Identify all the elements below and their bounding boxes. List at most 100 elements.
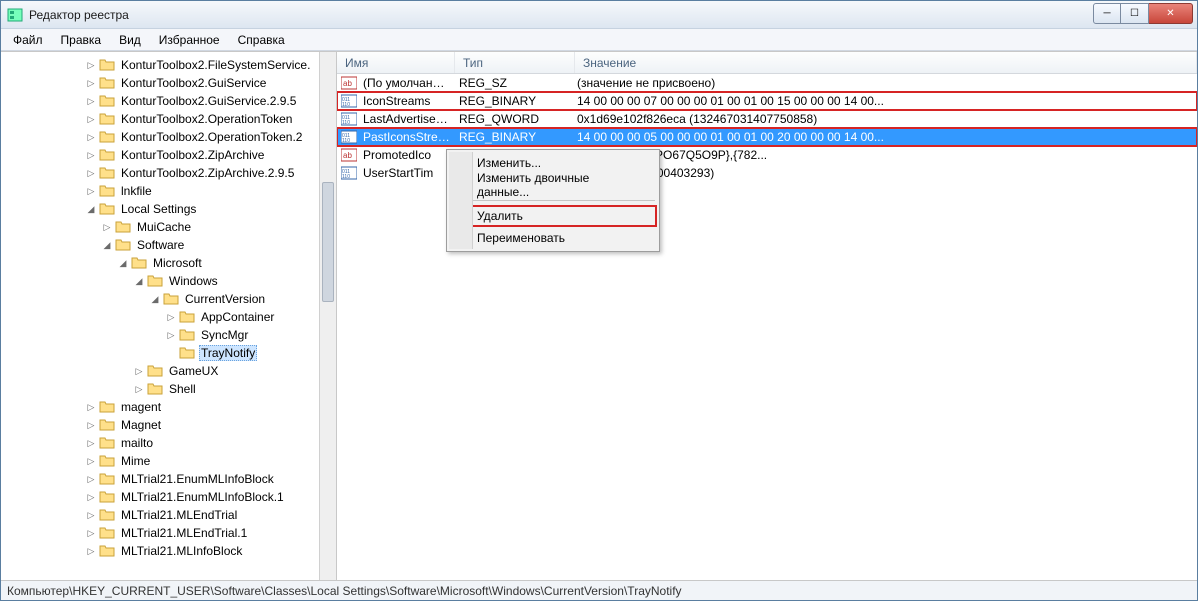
- tree-node[interactable]: ◢ Local Settings: [1, 200, 336, 218]
- collapse-icon[interactable]: ◢: [85, 203, 97, 215]
- value-row[interactable]: 011110IconStreamsREG_BINARY14 00 00 00 0…: [337, 92, 1197, 110]
- tree-node[interactable]: ▷ KonturToolbox2.ZipArchive: [1, 146, 336, 164]
- tree-label[interactable]: MLTrial21.EnumMLInfoBlock.1: [119, 490, 286, 504]
- tree-label[interactable]: MuiCache: [135, 220, 193, 234]
- tree-node[interactable]: ▷ Magnet: [1, 416, 336, 434]
- tree-label[interactable]: SyncMgr: [199, 328, 250, 342]
- context-item[interactable]: Переименовать: [449, 227, 657, 249]
- tree-node[interactable]: ▷KonturToolbox2.GuiService.2.9.5: [1, 92, 336, 110]
- context-item[interactable]: Удалить: [449, 205, 657, 227]
- tree-node[interactable]: ◢ CurrentVersion: [1, 290, 336, 308]
- tree-label[interactable]: AppContainer: [199, 310, 276, 324]
- tree-node[interactable]: ◢ Software: [1, 236, 336, 254]
- tree-node[interactable]: TrayNotify: [1, 344, 336, 362]
- context-menu[interactable]: Изменить...Изменить двоичные данные...Уд…: [446, 149, 660, 252]
- tree-node[interactable]: ▷ KonturToolbox2.OperationToken: [1, 110, 336, 128]
- tree-node[interactable]: ▷ MuiCache: [1, 218, 336, 236]
- expand-icon[interactable]: ▷: [85, 527, 97, 539]
- tree-label[interactable]: MLTrial21.MLInfoBlock: [119, 544, 244, 558]
- tree-label[interactable]: Software: [135, 238, 186, 252]
- collapse-icon[interactable]: ◢: [101, 239, 113, 251]
- expand-icon[interactable]: ▷: [133, 383, 145, 395]
- expand-icon[interactable]: ▷: [85, 455, 97, 467]
- tree-label[interactable]: Windows: [167, 274, 220, 288]
- expand-icon[interactable]: ▷: [85, 509, 97, 521]
- tree-node[interactable]: ▷MLTrial21.MLEndTrial.1: [1, 524, 336, 542]
- tree-node[interactable]: ▷ KonturToolbox2.FileSystemService.: [1, 56, 336, 74]
- expand-icon[interactable]: ▷: [165, 329, 177, 341]
- expand-icon[interactable]: ▷: [85, 419, 97, 431]
- tree-label[interactable]: TrayNotify: [199, 345, 257, 361]
- value-row[interactable]: 011110LastAdvertiseme...REG_QWORD0x1d69e…: [337, 110, 1197, 128]
- tree-node[interactable]: ▷ SyncMgr: [1, 326, 336, 344]
- tree-label[interactable]: lnkfile: [119, 184, 154, 198]
- expand-icon[interactable]: ▷: [85, 131, 97, 143]
- tree-label[interactable]: mailto: [119, 436, 155, 450]
- expand-icon[interactable]: ▷: [85, 401, 97, 413]
- context-item[interactable]: Изменить двоичные данные...: [449, 174, 657, 196]
- expand-icon[interactable]: ▷: [85, 149, 97, 161]
- tree-node[interactable]: ▷ magent: [1, 398, 336, 416]
- expand-icon[interactable]: ▷: [85, 437, 97, 449]
- tree-label[interactable]: Mime: [119, 454, 152, 468]
- tree-node[interactable]: ▷ KonturToolbox2.OperationToken.2: [1, 128, 336, 146]
- values-header[interactable]: Имя Тип Значение: [337, 52, 1197, 74]
- tree-node[interactable]: ▷ MLTrial21.EnumMLInfoBlock.1: [1, 488, 336, 506]
- tree-node[interactable]: ◢Microsoft: [1, 254, 336, 272]
- menu-view[interactable]: Вид: [111, 31, 149, 49]
- tree-node[interactable]: ▷ GameUX: [1, 362, 336, 380]
- tree-node[interactable]: ▷ lnkfile: [1, 182, 336, 200]
- tree-node[interactable]: ▷KonturToolbox2.GuiService: [1, 74, 336, 92]
- tree-label[interactable]: KonturToolbox2.ZipArchive.2.9.5: [119, 166, 296, 180]
- tree-label[interactable]: Magnet: [119, 418, 163, 432]
- menu-favorites[interactable]: Избранное: [151, 31, 228, 49]
- col-type[interactable]: Тип: [455, 52, 575, 73]
- tree-label[interactable]: KonturToolbox2.OperationToken.2: [119, 130, 304, 144]
- titlebar[interactable]: Редактор реестра ─ ☐ ✕: [1, 1, 1197, 29]
- tree-node[interactable]: ▷ KonturToolbox2.ZipArchive.2.9.5: [1, 164, 336, 182]
- maximize-button[interactable]: ☐: [1121, 3, 1149, 24]
- menu-help[interactable]: Справка: [230, 31, 293, 49]
- tree-node[interactable]: ▷MLTrial21.MLEndTrial: [1, 506, 336, 524]
- expand-icon[interactable]: ▷: [85, 167, 97, 179]
- tree-node[interactable]: ▷ mailto: [1, 434, 336, 452]
- tree-panel[interactable]: ▷KonturToolbox2.FileSystemService.▷Kontu…: [1, 52, 337, 580]
- collapse-icon[interactable]: ◢: [149, 293, 161, 305]
- tree-label[interactable]: CurrentVersion: [183, 292, 267, 306]
- scrollbar-thumb[interactable]: [322, 182, 334, 302]
- expand-icon[interactable]: ▷: [133, 365, 145, 377]
- value-row[interactable]: ab(По умолчанию)REG_SZ(значение не присв…: [337, 74, 1197, 92]
- tree-scrollbar[interactable]: [319, 52, 336, 580]
- tree-node[interactable]: ▷ AppContainer: [1, 308, 336, 326]
- expand-icon[interactable]: ▷: [85, 545, 97, 557]
- collapse-icon[interactable]: ◢: [133, 275, 145, 287]
- tree-node[interactable]: ▷ MLTrial21.MLInfoBlock: [1, 542, 336, 560]
- tree-label[interactable]: KonturToolbox2.FileSystemService.: [119, 58, 312, 72]
- tree-label[interactable]: GameUX: [167, 364, 220, 378]
- tree-node[interactable]: ▷ Mime: [1, 452, 336, 470]
- tree-node[interactable]: ▷ Shell: [1, 380, 336, 398]
- tree-label[interactable]: KonturToolbox2.GuiService.2.9.5: [119, 94, 298, 108]
- tree-label[interactable]: KonturToolbox2.ZipArchive: [119, 148, 266, 162]
- menu-edit[interactable]: Правка: [53, 31, 110, 49]
- expand-icon[interactable]: ▷: [101, 221, 113, 233]
- expand-icon[interactable]: ▷: [85, 59, 97, 71]
- expand-icon[interactable]: ▷: [85, 77, 97, 89]
- tree-label[interactable]: magent: [119, 400, 163, 414]
- minimize-button[interactable]: ─: [1093, 3, 1121, 24]
- value-row[interactable]: 011110PastIconsStreamREG_BINARY14 00 00 …: [337, 128, 1197, 146]
- registry-tree[interactable]: ▷KonturToolbox2.FileSystemService.▷Kontu…: [1, 52, 336, 580]
- tree-node[interactable]: ◢ Windows: [1, 272, 336, 290]
- expand-icon[interactable]: ▷: [85, 113, 97, 125]
- expand-icon[interactable]: ▷: [85, 185, 97, 197]
- expand-icon[interactable]: ▷: [165, 311, 177, 323]
- tree-label[interactable]: Local Settings: [119, 202, 198, 216]
- expand-icon[interactable]: ▷: [85, 473, 97, 485]
- tree-label[interactable]: KonturToolbox2.OperationToken: [119, 112, 294, 126]
- col-value[interactable]: Значение: [575, 52, 1197, 73]
- tree-label[interactable]: Shell: [167, 382, 198, 396]
- menu-file[interactable]: Файл: [5, 31, 51, 49]
- close-button[interactable]: ✕: [1149, 3, 1193, 24]
- tree-label[interactable]: Microsoft: [151, 256, 204, 270]
- expand-icon[interactable]: ▷: [85, 491, 97, 503]
